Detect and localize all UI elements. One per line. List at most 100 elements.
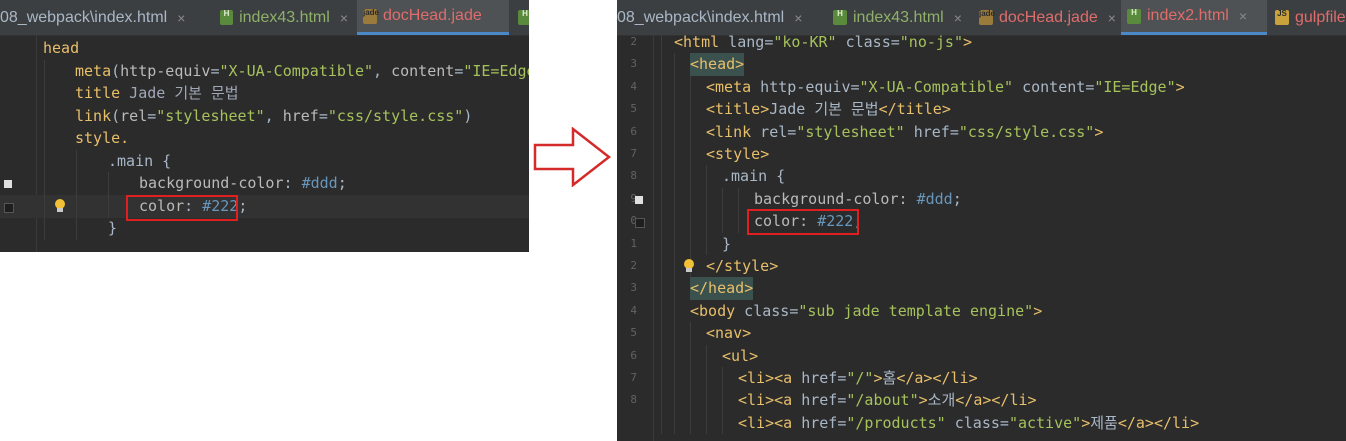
indent-guide [738,187,739,211]
line-number: 5 [630,326,637,340]
close-icon[interactable]: × [1108,10,1116,26]
js-file-icon: JS [1275,10,1289,25]
line-number: 9 [630,191,637,205]
bookmark-marker[interactable] [4,180,12,188]
indent-guide [690,165,691,188]
code-line[interactable]: 3 </head> [617,277,1346,300]
line-number: 8 [630,169,637,183]
code-line[interactable]: 2 <html lang="ko-KR" class="no-js"> [617,31,1346,54]
code-line[interactable]: 7 <li><a href="/">홈</a></li> [617,367,1346,390]
code-line[interactable]: 8 .main { [617,165,1346,188]
code-line[interactable]: style. [0,127,529,150]
indent-guide [44,82,45,105]
code-line[interactable]: 1} [617,232,1346,256]
tab-index43[interactable]: H index43.html × [827,0,969,35]
equals: = [454,62,464,80]
lightbulb-icon[interactable] [54,199,66,213]
tab-08-webpack-index[interactable]: 08_webpack\index.html × [0,0,204,35]
close-icon[interactable]: × [177,10,185,26]
code-line[interactable]: 0 color: #222; [617,210,1346,233]
attr-name: rel [120,107,148,125]
tab-overflow[interactable]: H [512,0,529,35]
code-text: <style> [706,145,770,163]
indent-guide [706,165,707,188]
indent-guide [661,277,662,300]
indent-guide [674,411,675,435]
code-line[interactable]: } [0,217,529,240]
code-line[interactable]: 9 background-color: #ddd; [617,187,1346,211]
code-line[interactable]: 8 <li><a href="/about">소개</a></li> [617,389,1346,412]
bookmark-marker[interactable] [635,195,643,204]
code-text: <title>Jade 기본 문법</title> [706,100,951,119]
close-icon[interactable]: × [340,10,348,26]
indent-guide [674,277,675,300]
tab-label: 08_webpack\index.html [0,8,168,26]
lightbulb-icon[interactable] [683,259,695,273]
attr-name: content [391,62,455,80]
highlight-box [126,195,238,221]
code-line[interactable]: background-color: #ddd; [0,172,529,195]
code-line[interactable]: 7 <style> [617,143,1346,166]
tab-label: index43.html [239,8,330,26]
code-line[interactable]: head [0,37,529,60]
indent-guide [738,210,739,233]
indent-guide [674,98,675,121]
indent-guide [706,232,707,256]
code-line[interactable]: 3 <head> [617,53,1346,76]
paren: ( [111,62,121,80]
code-line[interactable]: 4 <body class="sub jade template engine"> [617,299,1346,323]
bookmark-marker[interactable] [635,218,645,229]
line-number: 2 [630,259,637,272]
code-line[interactable]: 5 <nav> [617,322,1346,345]
tab-index2-html[interactable]: H index2.html × [1121,0,1267,35]
close-icon[interactable]: × [1239,8,1247,24]
indent-guide [674,143,675,166]
code-line[interactable]: title Jade 기본 문법 [0,82,529,105]
code-text: <link rel="stylesheet" href="css/style.c… [706,122,1104,141]
tab-gulpfile[interactable]: JS gulpfile [1269,0,1346,35]
code-line[interactable]: <li><a href="/products" class="active">제… [617,411,1346,435]
indent-guide [722,389,723,412]
code-line[interactable]: 6 <link rel="stylesheet" href="css/style.… [617,120,1346,144]
indent-guide [690,411,691,435]
indent-guide [722,411,723,435]
bookmark-marker[interactable] [4,203,14,213]
indent-guide [722,210,723,233]
code-line[interactable]: meta(http-equiv="X-UA-Compatible", conte… [0,60,529,83]
indent-guide [706,411,707,435]
code-line-current[interactable]: color: #222; [0,195,529,218]
left-tab-bar: 08_webpack\index.html × H index43.html ×… [0,0,529,36]
code-text: <li><a href="/products" class="active">제… [738,413,1200,432]
indent-guide [690,187,691,211]
tab-index43[interactable]: H index43.html × [214,0,354,35]
tag-title: title [75,84,121,102]
code-text: .main { [722,167,786,186]
indent-guide [706,367,707,390]
indent-guide [661,299,662,323]
close-icon[interactable]: × [794,10,802,26]
tab-label: docHead.jade [999,8,1098,26]
indent-guide [661,187,662,211]
code-text: <head> [690,53,745,76]
indent-guide [706,389,707,412]
tab-dochead-jade[interactable]: jade docHead.jade × [973,0,1121,35]
close-icon[interactable]: × [954,10,962,26]
indent-guide [108,195,109,218]
tab-dochead-jade[interactable]: jade docHead.jade [357,0,509,35]
html-file-icon: H [1127,8,1141,24]
code-line[interactable]: link(rel="stylesheet", href="css/style.c… [0,105,529,128]
code-line[interactable]: .main { [0,150,529,173]
code-line[interactable]: 2 </style> [617,255,1346,278]
code-text: <nav> [706,324,752,343]
code-line[interactable]: 4 <meta http-equiv="X-UA-Compatible" cont… [617,75,1346,99]
code-line[interactable]: 5 <title>Jade 기본 문법</title> [617,98,1346,121]
tab-08-webpack-index[interactable]: 08_webpack\index.html × [617,0,821,35]
attr-value: "IE=Edge" [463,62,529,80]
title-text: Jade 기본 문법 [120,84,239,102]
indent-guide [674,75,675,99]
indent-guide [661,143,662,166]
indent-guide [690,98,691,121]
code-line[interactable]: 6 <ul> [617,344,1346,368]
attr-value: "css/style.css" [327,107,464,125]
line-number: 6 [630,348,637,362]
